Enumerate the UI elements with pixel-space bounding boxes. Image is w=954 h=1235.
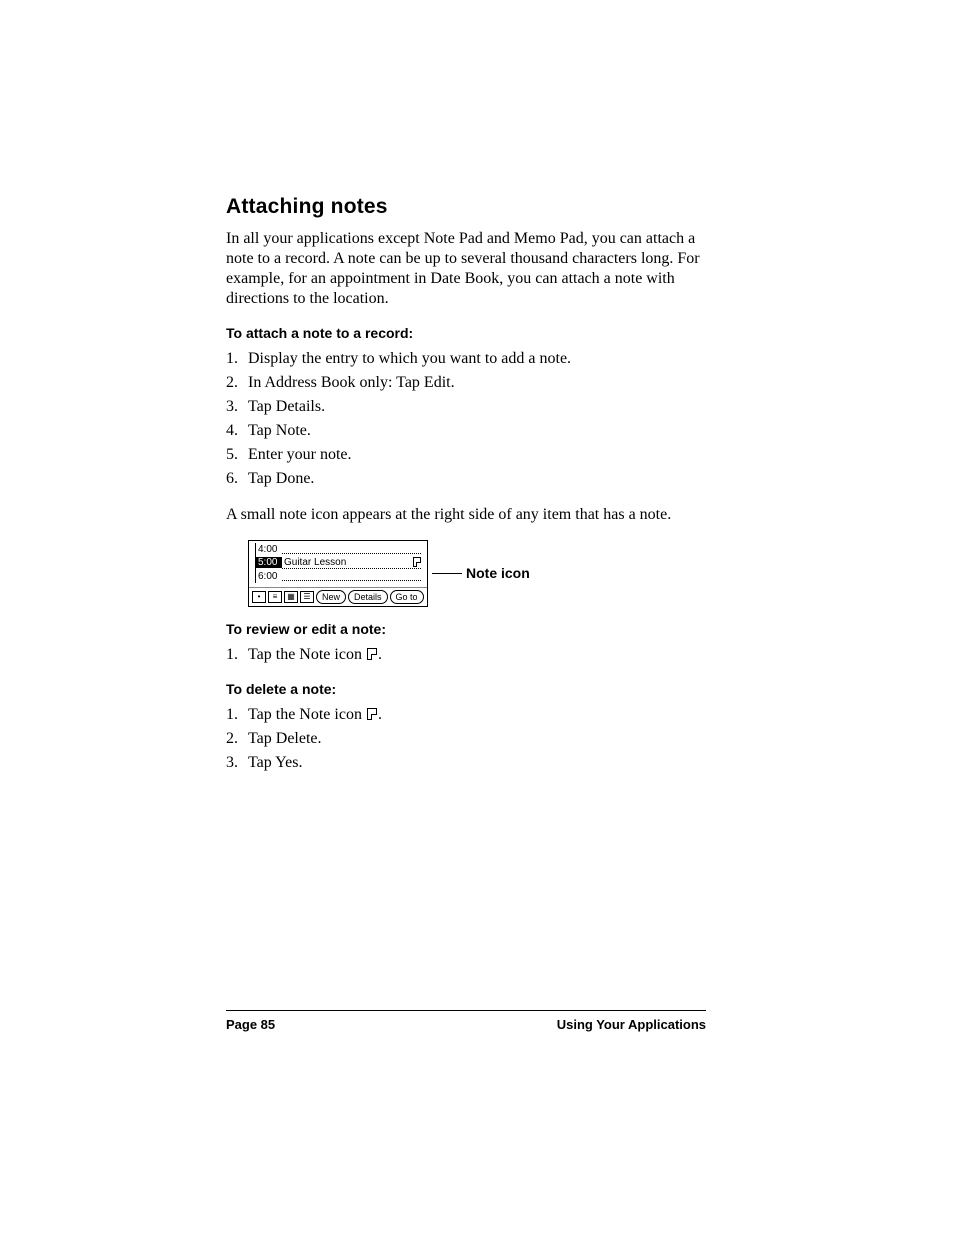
review-steps: 1. Tap the Note icon . [226,643,706,667]
step-text: In Address Book only: Tap Edit. [248,374,455,392]
footer-page: Page 85 [226,1017,275,1032]
details-button: Details [348,590,388,604]
after-steps-paragraph: A small note icon appears at the right s… [226,505,706,526]
list-item: 1. Tap the Note icon . [226,643,706,667]
step-text: Tap the Note icon . [248,646,382,664]
entry-line [282,544,421,554]
page-content: Attaching notes In all your applications… [226,195,706,789]
schedule-row: 4:00 [255,543,423,556]
step-text: Tap Done. [248,470,314,488]
intro-paragraph: In all your applications except Note Pad… [226,229,706,309]
list-item: 2.In Address Book only: Tap Edit. [226,371,706,395]
footer-section: Using Your Applications [557,1017,706,1032]
time-label: 4:00 [256,544,282,555]
time-label-selected: 5:00 [256,557,282,568]
attach-steps: 1.Display the entry to which you want to… [226,347,706,491]
view-month-icon: ☰ [300,591,314,603]
step-text: Tap Yes. [248,754,302,772]
entry-line: Guitar Lesson [282,557,421,569]
step-text: Display the entry to which you want to a… [248,350,571,368]
entry-line [282,571,421,581]
list-item: 6.Tap Done. [226,467,706,491]
schedule-row: 5:00 Guitar Lesson [255,556,423,570]
list-item: 2.Tap Delete. [226,727,706,751]
list-item: 4.Tap Note. [226,419,706,443]
section-title: Attaching notes [226,195,706,219]
entry-text: Guitar Lesson [284,557,346,568]
goto-button: Go to [390,590,424,604]
schedule-area: 4:00 5:00 Guitar Lesson 6:00 [249,541,427,583]
callout-line [432,573,462,574]
step-text: Tap Details. [248,398,325,416]
figure: 4:00 5:00 Guitar Lesson 6:00 • ≡ [248,540,706,607]
new-button: New [316,590,346,604]
list-item: 1. Tap the Note icon . [226,703,706,727]
delete-steps: 1. Tap the Note icon . 2.Tap Delete. 3.T… [226,703,706,775]
attach-heading: To attach a note to a record: [226,325,706,341]
callout-label: Note icon [466,565,530,581]
review-heading: To review or edit a note: [226,621,706,637]
step-text: Tap Note. [248,422,311,440]
note-icon [367,708,377,720]
page-footer: Page 85 Using Your Applications [226,1010,706,1032]
view-list-icon: ≡ [268,591,282,603]
list-item: 1.Display the entry to which you want to… [226,347,706,371]
palm-toolbar: • ≡ ▦ ☰ New Details Go to [249,587,427,606]
list-item: 3.Tap Yes. [226,751,706,775]
view-dot-icon: • [252,591,266,603]
step-text: Tap Delete. [248,730,322,748]
step-text: Tap the Note icon . [248,706,382,724]
schedule-row: 6:00 [255,570,423,583]
palm-screenshot: 4:00 5:00 Guitar Lesson 6:00 • ≡ [248,540,428,607]
delete-heading: To delete a note: [226,681,706,697]
time-label: 6:00 [256,571,282,582]
step-text: Enter your note. [248,446,352,464]
note-icon [413,557,421,567]
list-item: 3.Tap Details. [226,395,706,419]
list-item: 5.Enter your note. [226,443,706,467]
view-week-icon: ▦ [284,591,298,603]
note-icon [367,648,377,660]
